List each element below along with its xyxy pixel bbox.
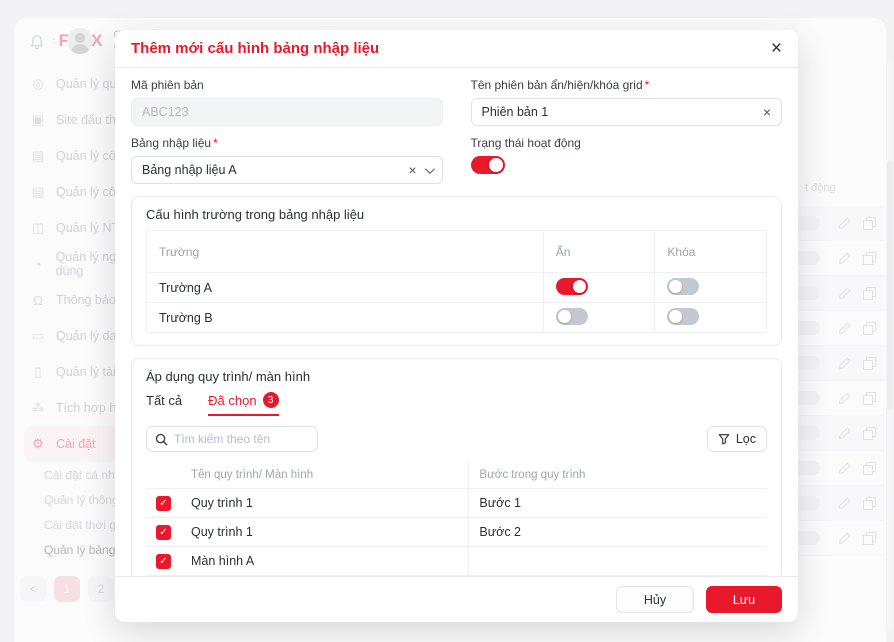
required-asterisk: *	[213, 136, 218, 150]
clear-input-icon[interactable]: ×	[763, 105, 771, 119]
checkbox-cell	[146, 546, 181, 575]
column-header-name: Tên quy trình/ Màn hình	[181, 462, 469, 488]
input-value: ABC123	[142, 105, 432, 119]
process-name-cell: Quy trình 1	[181, 488, 469, 517]
apply-section: Áp dụng quy trình/ màn hình Tất cả Đã ch…	[131, 358, 782, 576]
process-name-cell: Màn hình A	[181, 546, 469, 575]
column-header-khoa: Khóa	[655, 231, 767, 273]
apply-header-row: Tên quy trình/ Màn hình Bước trong quy t…	[146, 462, 767, 488]
field-config-section: Cấu hình trường trong bảng nhập liệu Trư…	[131, 196, 782, 346]
ma-phien-ban-input: ABC123	[131, 98, 443, 126]
select-value: Bảng nhập liệu A	[142, 163, 400, 177]
locked-toggle[interactable]	[667, 278, 699, 295]
field-config-header-row: Trường Ẩn Khóa	[147, 231, 767, 273]
checkbox-cell	[146, 488, 181, 517]
field-config-table: Trường Ẩn Khóa Trường A	[146, 230, 767, 333]
modal-footer: Hủy Lưu	[115, 576, 798, 622]
apply-row: Quy trình 1 Bước 2	[146, 517, 767, 546]
apply-tabs: Tất cả Đã chọn 3	[146, 392, 767, 416]
field-trang-thai: Trạng thái hoạt động	[471, 136, 783, 184]
search-row: Tìm kiếm theo tên Lọc	[146, 426, 767, 452]
locked-cell	[655, 273, 767, 303]
process-step-cell: Bước 1	[469, 488, 767, 517]
hidden-toggle[interactable]	[556, 278, 588, 295]
column-header-truong: Trường	[147, 231, 544, 273]
ten-phien-ban-input[interactable]: Phiên bản 1 ×	[471, 98, 783, 126]
label-text: Tên phiên bản ẩn/hiện/khóa grid	[471, 78, 643, 92]
tab[interactable]: Tất cả	[146, 392, 182, 416]
form-grid: Mã phiên bản ABC123 Tên phiên bản ẩn/hiệ…	[131, 78, 782, 184]
clear-select-icon[interactable]: ×	[408, 163, 416, 177]
label-text: Trạng thái hoạt động	[471, 136, 581, 150]
status-active-toggle[interactable]	[471, 156, 505, 174]
hidden-toggle[interactable]	[556, 308, 588, 325]
process-step-cell	[469, 546, 767, 575]
process-name-cell: Quy trình 1	[181, 517, 469, 546]
row-checkbox[interactable]	[156, 496, 171, 511]
hidden-cell	[543, 303, 655, 333]
modal-title: Thêm mới cấu hình bảng nhập liệu	[131, 40, 379, 57]
row-checkbox[interactable]	[156, 525, 171, 540]
search-placeholder: Tìm kiếm theo tên	[174, 432, 270, 446]
label-text: Bảng nhập liệu	[131, 136, 211, 150]
row-checkbox[interactable]	[156, 554, 171, 569]
field-bang-nhap-lieu: Bảng nhập liệu* Bảng nhập liệu A ×	[131, 136, 443, 184]
field-name-cell: Trường B	[147, 303, 544, 333]
field-ten-phien-ban: Tên phiên bản ẩn/hiện/khóa grid* Phiên b…	[471, 78, 783, 126]
tab-label: Tất cả	[146, 393, 182, 408]
modal-body: Mã phiên bản ABC123 Tên phiên bản ẩn/hiệ…	[115, 68, 798, 576]
hidden-cell	[543, 273, 655, 303]
label-text: Mã phiên bản	[131, 78, 204, 92]
chevron-down-icon[interactable]	[424, 164, 434, 174]
bang-nhap-lieu-select[interactable]: Bảng nhập liệu A ×	[131, 156, 443, 184]
locked-toggle[interactable]	[667, 308, 699, 325]
field-ma-phien-ban: Mã phiên bản ABC123	[131, 78, 443, 126]
field-name-cell: Trường A	[147, 273, 544, 303]
field-label: Bảng nhập liệu*	[131, 136, 443, 150]
filter-funnel-icon	[718, 433, 730, 445]
field-label: Mã phiên bản	[131, 78, 443, 92]
apply-row: Quy trình 1 Bước 1	[146, 488, 767, 517]
apply-table: Tên quy trình/ Màn hình Bước trong quy t…	[146, 462, 767, 576]
required-asterisk: *	[645, 78, 650, 92]
apply-row: Màn hình A	[146, 546, 767, 575]
search-input[interactable]: Tìm kiếm theo tên	[146, 426, 318, 452]
column-header-step: Bước trong quy trình	[469, 462, 767, 488]
field-config-row: Trường B	[147, 303, 767, 333]
field-config-row: Trường A	[147, 273, 767, 303]
column-header-checkbox	[146, 462, 181, 488]
column-header-an: Ẩn	[543, 231, 655, 273]
process-step-cell: Bước 2	[469, 517, 767, 546]
section-title: Cấu hình trường trong bảng nhập liệu	[146, 207, 767, 222]
input-value: Phiên bản 1	[482, 105, 755, 119]
modal-header: Thêm mới cấu hình bảng nhập liệu ×	[115, 30, 798, 68]
checkbox-cell	[146, 517, 181, 546]
locked-cell	[655, 303, 767, 333]
close-icon[interactable]: ×	[771, 39, 782, 58]
filter-button[interactable]: Lọc	[707, 426, 767, 452]
cancel-button[interactable]: Hủy	[616, 586, 694, 613]
section-title: Áp dụng quy trình/ màn hình	[146, 369, 767, 384]
filter-label: Lọc	[736, 432, 756, 446]
modal-add-grid-config: Thêm mới cấu hình bảng nhập liệu × Mã ph…	[115, 30, 798, 622]
field-label: Tên phiên bản ẩn/hiện/khóa grid*	[471, 78, 783, 92]
search-icon	[155, 433, 168, 446]
save-button[interactable]: Lưu	[706, 586, 782, 613]
tab[interactable]: Đã chọn 3	[208, 392, 278, 416]
tab-label: Đã chọn	[208, 393, 256, 408]
tab-count-badge: 3	[263, 392, 279, 408]
field-label: Trạng thái hoạt động	[471, 136, 783, 150]
